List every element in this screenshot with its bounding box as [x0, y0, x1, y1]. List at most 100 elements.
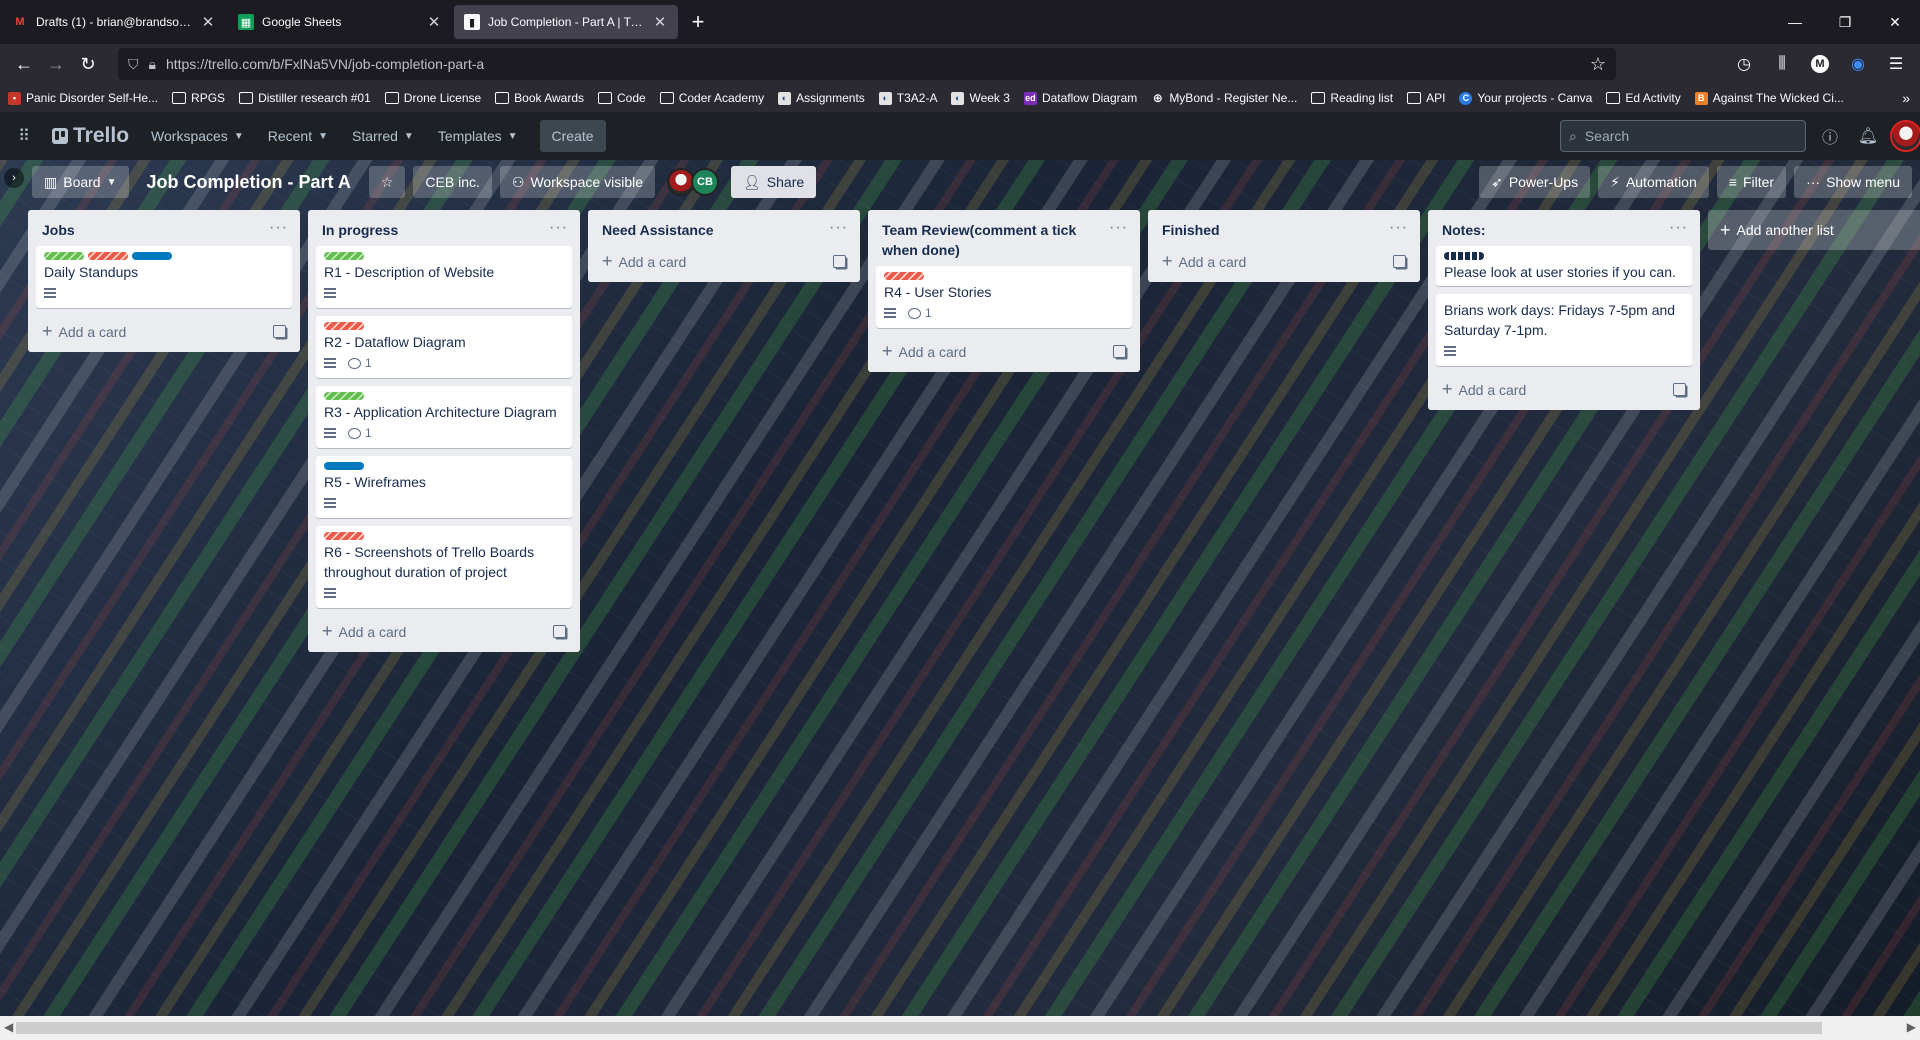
card-labels[interactable]	[324, 532, 564, 540]
templates-menu[interactable]: Templates ▼	[428, 120, 528, 152]
close-window-icon[interactable]: ✕	[1870, 0, 1920, 44]
add-card-button[interactable]: + Add a card	[316, 616, 572, 646]
bookmark-item[interactable]: ⊕ MyBond - Register Ne...	[1151, 91, 1298, 105]
card-template-icon[interactable]	[1113, 344, 1126, 358]
list-actions-icon[interactable]: ···	[1669, 220, 1688, 236]
card-labels[interactable]	[324, 392, 564, 400]
close-tab-icon[interactable]: ✕	[426, 13, 442, 31]
board-view-switcher[interactable]: ▥ Board ▼	[32, 166, 129, 198]
browser-tab-sheets[interactable]: ▦ Google Sheets ✕	[228, 5, 452, 39]
expand-sidebar-icon[interactable]: ›	[4, 168, 24, 188]
list-in-progress[interactable]: In progress ··· R1 - Description of Webs…	[308, 210, 580, 652]
add-card-button[interactable]: + Add a card	[876, 336, 1132, 366]
list-title[interactable]: Need Assistance	[602, 220, 724, 240]
card-template-icon[interactable]	[1393, 254, 1406, 268]
list-title[interactable]: Finished	[1162, 220, 1230, 240]
label-red[interactable]	[884, 272, 924, 280]
label-green[interactable]	[44, 252, 84, 260]
star-board-button[interactable]: ☆	[368, 166, 406, 198]
show-menu-button[interactable]: ··· Show menu	[1794, 166, 1912, 198]
card-labels[interactable]	[324, 462, 564, 470]
member-avatar[interactable]: CB	[691, 168, 719, 196]
automation-button[interactable]: ⚡︎ Automation	[1598, 166, 1709, 198]
recent-menu[interactable]: Recent ▼	[258, 120, 338, 152]
app-switcher-icon[interactable]: ⠿	[8, 120, 40, 152]
card-r3[interactable]: R3 - Application Architecture Diagram 1	[316, 386, 572, 448]
list-title[interactable]: In progress	[322, 220, 408, 240]
bookmark-item[interactable]: ed Dataflow Diagram	[1023, 91, 1137, 105]
library-icon[interactable]: ⫼	[1766, 48, 1798, 80]
bookmark-item[interactable]: ▪ Panic Disorder Self-He...	[8, 91, 158, 105]
card-labels[interactable]	[884, 272, 1124, 280]
label-red[interactable]	[324, 322, 364, 330]
filter-button[interactable]: ≡ Filter	[1716, 166, 1787, 198]
bookmark-item[interactable]: Drone License	[384, 91, 481, 105]
list-actions-icon[interactable]: ···	[269, 220, 288, 236]
extension-icon[interactable]: ◉	[1842, 48, 1874, 80]
list-actions-icon[interactable]: ···	[1109, 220, 1128, 236]
label-green[interactable]	[324, 252, 364, 260]
label-blue[interactable]	[324, 462, 364, 470]
browser-tab-trello[interactable]: ▮ Job Completion - Part A | Trello ✕	[454, 5, 678, 39]
card-note-user-stories[interactable]: Please look at user stories if you can.	[1436, 246, 1692, 286]
add-card-button[interactable]: + Add a card	[1156, 246, 1412, 276]
list-title[interactable]: Notes:	[1442, 220, 1496, 240]
forward-arrow-icon[interactable]: →	[40, 48, 72, 80]
trello-logo[interactable]: Trello	[44, 124, 137, 148]
add-list-button[interactable]: + Add another list	[1708, 210, 1920, 250]
search-input[interactable]: ⌕ Search	[1560, 120, 1806, 152]
card-template-icon[interactable]	[833, 254, 846, 268]
back-arrow-icon[interactable]: ←	[8, 48, 40, 80]
bookmark-item[interactable]: ◐ T3A2-A	[878, 91, 937, 105]
bookmark-item[interactable]: Coder Academy	[659, 91, 764, 105]
browser-tab-gmail[interactable]: M Drafts (1) - brian@brandsonpar... ✕	[2, 5, 226, 39]
bookmark-item[interactable]: Ed Activity	[1606, 91, 1681, 105]
board-horizontal-scrollbar[interactable]: ◀ ▶	[0, 1016, 1920, 1040]
powerups-button[interactable]: ➶ Power-Ups	[1479, 166, 1591, 198]
list-actions-icon[interactable]: ···	[1389, 220, 1408, 236]
card-r6[interactable]: R6 - Screenshots of Trello Boards throug…	[316, 526, 572, 608]
add-card-button[interactable]: + Add a card	[596, 246, 852, 276]
reload-icon[interactable]: ↻	[72, 48, 104, 80]
account-icon[interactable]: M	[1804, 48, 1836, 80]
workspaces-menu[interactable]: Workspaces ▼	[141, 120, 254, 152]
close-tab-icon[interactable]: ✕	[200, 13, 216, 31]
label-red[interactable]	[88, 252, 128, 260]
bookmark-item[interactable]: API	[1407, 91, 1445, 105]
card-labels[interactable]	[44, 252, 284, 260]
user-avatar[interactable]	[1890, 120, 1920, 152]
card-r2[interactable]: R2 - Dataflow Diagram 1	[316, 316, 572, 378]
add-card-button[interactable]: + Add a card	[1436, 374, 1692, 404]
card-template-icon[interactable]	[553, 624, 566, 638]
share-button[interactable]: 👤︎ Share	[731, 166, 817, 198]
scroll-left-icon[interactable]: ◀	[4, 1020, 13, 1034]
bookmark-star-icon[interactable]: ☆	[1590, 54, 1606, 75]
list-notes[interactable]: Notes: ··· Please look at user stories i…	[1428, 210, 1700, 410]
list-team-review[interactable]: Team Review(comment a tick when done) ··…	[868, 210, 1140, 372]
close-tab-icon[interactable]: ✕	[652, 13, 668, 31]
create-button[interactable]: Create	[539, 120, 606, 152]
label-green[interactable]	[324, 392, 364, 400]
card-labels[interactable]	[324, 252, 564, 260]
card-template-icon[interactable]	[1673, 382, 1686, 396]
card-r4[interactable]: R4 - User Stories 1	[876, 266, 1132, 328]
bookmark-item[interactable]: RPGS	[172, 91, 225, 105]
new-tab-button[interactable]: +	[684, 8, 712, 36]
restore-icon[interactable]: ❐	[1820, 0, 1870, 44]
add-card-button[interactable]: + Add a card	[36, 316, 292, 346]
info-icon[interactable]: ⓘ	[1814, 120, 1846, 152]
card-daily-standups[interactable]: Daily Standups	[36, 246, 292, 308]
notification-bell-icon[interactable]: 🔔︎	[1852, 120, 1884, 152]
bookmark-item[interactable]: Distiller research #01	[239, 91, 371, 105]
card-labels[interactable]	[1444, 252, 1684, 260]
label-red[interactable]	[324, 532, 364, 540]
card-r1[interactable]: R1 - Description of Website	[316, 246, 572, 308]
bookmark-item[interactable]: C Your projects - Canva	[1459, 91, 1592, 105]
url-text[interactable]: https://trello.com/b/FxlNa5VN/job-comple…	[166, 56, 1580, 72]
visibility-button[interactable]: ⚇ Workspace visible	[499, 166, 655, 198]
bookmark-item[interactable]: B Against The Wicked Ci...	[1694, 91, 1844, 105]
app-menu-icon[interactable]: ☰	[1880, 48, 1912, 80]
bookmark-item[interactable]: ◐ Assignments	[778, 91, 865, 105]
list-need-assistance[interactable]: Need Assistance ··· + Add a card	[588, 210, 860, 282]
card-template-icon[interactable]	[273, 324, 286, 338]
